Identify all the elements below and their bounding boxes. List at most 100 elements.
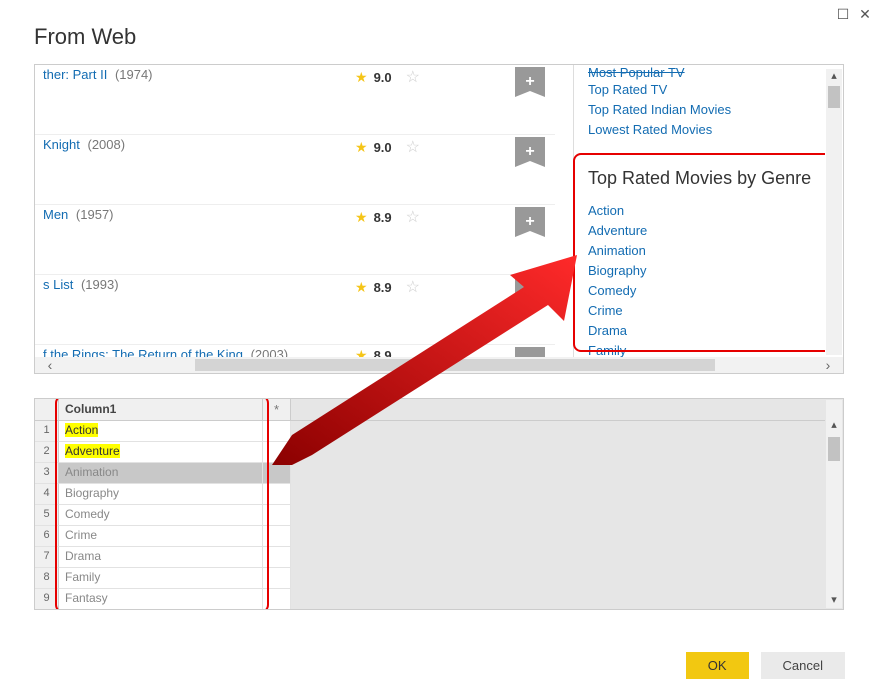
table-row[interactable]: 9Fantasy xyxy=(35,589,825,610)
cell-extra[interactable] xyxy=(263,589,291,610)
movie-title-link[interactable]: ther: Part II (1974) xyxy=(43,67,153,82)
add-watchlist-button[interactable]: + xyxy=(515,347,545,357)
scrollbar-thumb[interactable] xyxy=(828,437,840,461)
table-row[interactable]: 3Animation xyxy=(35,463,825,484)
genre-link[interactable]: Animation xyxy=(588,241,825,261)
column-header-column1[interactable]: Column1 xyxy=(59,399,263,421)
star-icon: ★ xyxy=(355,279,368,296)
rate-star-outline-icon[interactable]: ☆ xyxy=(406,207,420,227)
genre-link[interactable]: Crime xyxy=(588,301,825,321)
movie-row: ther: Part II (1974) ★ 9.0 ☆ + xyxy=(35,65,555,135)
cell-column1[interactable]: Crime xyxy=(59,526,263,547)
table-row[interactable]: 5Comedy xyxy=(35,505,825,526)
genre-link[interactable]: Biography xyxy=(588,261,825,281)
cell-extra[interactable] xyxy=(263,442,291,463)
movie-title-link[interactable]: f the Rings: The Return of the King (200… xyxy=(43,347,288,357)
row-number: 6 xyxy=(35,526,59,547)
row-number: 9 xyxy=(35,589,59,610)
scroll-down-icon[interactable]: ▾ xyxy=(831,593,837,606)
link-top-rated-indian[interactable]: Top Rated Indian Movies xyxy=(588,100,825,120)
nav-left-icon[interactable]: ‹ xyxy=(35,357,65,373)
cell-extra[interactable] xyxy=(263,463,291,484)
preview-horizontal-nav: ‹ › xyxy=(35,357,843,373)
star-icon: ★ xyxy=(355,347,368,357)
row-number: 8 xyxy=(35,568,59,589)
add-watchlist-button[interactable]: + xyxy=(515,207,545,237)
add-watchlist-button[interactable]: + xyxy=(515,277,545,307)
cell-extra[interactable] xyxy=(263,484,291,505)
preview-vertical-scrollbar[interactable]: ▴ xyxy=(826,69,842,355)
add-watchlist-button[interactable]: + xyxy=(515,67,545,97)
cell-column1[interactable]: Animation xyxy=(59,463,263,484)
genre-link[interactable]: Drama xyxy=(588,321,825,341)
cell-extra[interactable] xyxy=(263,547,291,568)
heading-genres: Top Rated Movies by Genre xyxy=(588,168,825,189)
link-lowest-rated[interactable]: Lowest Rated Movies xyxy=(588,120,825,140)
table-row[interactable]: 8Family xyxy=(35,568,825,589)
add-watchlist-button[interactable]: + xyxy=(515,137,545,167)
rating-value: 8.9 xyxy=(374,280,392,295)
row-number: 1 xyxy=(35,421,59,442)
scroll-up-icon[interactable]: ▴ xyxy=(831,418,837,431)
link-top-rated-tv[interactable]: Top Rated TV xyxy=(588,80,825,100)
web-preview-pane: ther: Part II (1974) ★ 9.0 ☆ + Knight (2… xyxy=(34,64,844,374)
rate-star-outline-icon[interactable]: ☆ xyxy=(406,67,420,87)
cell-column1[interactable]: Fantasy xyxy=(59,589,263,610)
cell-extra[interactable] xyxy=(263,526,291,547)
table-row[interactable]: 1Action xyxy=(35,421,825,442)
table-row[interactable]: 2Adventure xyxy=(35,442,825,463)
cell-extra[interactable] xyxy=(263,421,291,442)
window-controls: ☐ ✕ xyxy=(833,4,875,24)
row-number: 3 xyxy=(35,463,59,484)
link-most-popular-tv[interactable]: Most Popular TV xyxy=(588,65,685,80)
movie-title-link[interactable]: s List (1993) xyxy=(43,277,119,292)
cell-column1[interactable]: Biography xyxy=(59,484,263,505)
grid-vertical-scrollbar[interactable]: ▴ ▾ xyxy=(826,400,842,608)
rating-value: 9.0 xyxy=(374,140,392,155)
table-row[interactable]: 6Crime xyxy=(35,526,825,547)
cell-column1[interactable]: Drama xyxy=(59,547,263,568)
star-icon: ★ xyxy=(355,209,368,226)
cell-column1[interactable]: Comedy xyxy=(59,505,263,526)
close-icon[interactable]: ✕ xyxy=(855,4,875,24)
movie-row: Men (1957) ★ 8.9 ☆ + xyxy=(35,205,555,275)
rating-value: 8.9 xyxy=(374,210,392,225)
cell-filler xyxy=(291,442,825,463)
cell-filler xyxy=(291,526,825,547)
movie-year: (2003) xyxy=(251,347,289,357)
table-row[interactable]: 7Drama xyxy=(35,547,825,568)
movie-year: (2008) xyxy=(88,137,126,152)
movie-row: f the Rings: The Return of the King (200… xyxy=(35,345,555,357)
movie-title-link[interactable]: Men (1957) xyxy=(43,207,114,222)
cell-column1[interactable]: Adventure xyxy=(59,442,263,463)
rating-value: 9.0 xyxy=(374,70,392,85)
column-header-add[interactable]: * xyxy=(263,399,291,421)
rate-star-outline-icon[interactable]: ☆ xyxy=(406,137,420,157)
cell-column1[interactable]: Action xyxy=(59,421,263,442)
genre-link[interactable]: Comedy xyxy=(588,281,825,301)
nav-right-icon[interactable]: › xyxy=(813,357,843,373)
genre-link[interactable]: Family xyxy=(588,341,825,357)
scrollbar-thumb[interactable] xyxy=(828,86,840,108)
scroll-up-icon[interactable]: ▴ xyxy=(831,69,837,82)
rate-star-outline-icon[interactable]: ☆ xyxy=(406,277,420,297)
grid-inner: Column1 * 1Action2Adventure3Animation4Bi… xyxy=(35,399,825,609)
cell-extra[interactable] xyxy=(263,505,291,526)
cell-filler xyxy=(291,421,825,442)
row-number: 4 xyxy=(35,484,59,505)
h-scroll-track[interactable] xyxy=(65,359,813,371)
row-number: 7 xyxy=(35,547,59,568)
cell-extra[interactable] xyxy=(263,568,291,589)
ok-button[interactable]: OK xyxy=(686,652,749,679)
cancel-button[interactable]: Cancel xyxy=(761,652,845,679)
h-scroll-thumb[interactable] xyxy=(195,359,715,371)
movie-title-link[interactable]: Knight (2008) xyxy=(43,137,125,152)
cell-column1[interactable]: Family xyxy=(59,568,263,589)
table-row[interactable]: 4Biography xyxy=(35,484,825,505)
movie-row: s List (1993) ★ 8.9 ☆ + xyxy=(35,275,555,345)
row-number: 5 xyxy=(35,505,59,526)
cell-filler xyxy=(291,568,825,589)
maximize-icon[interactable]: ☐ xyxy=(833,4,853,24)
genre-link[interactable]: Adventure xyxy=(588,221,825,241)
genre-link[interactable]: Action xyxy=(588,201,825,221)
